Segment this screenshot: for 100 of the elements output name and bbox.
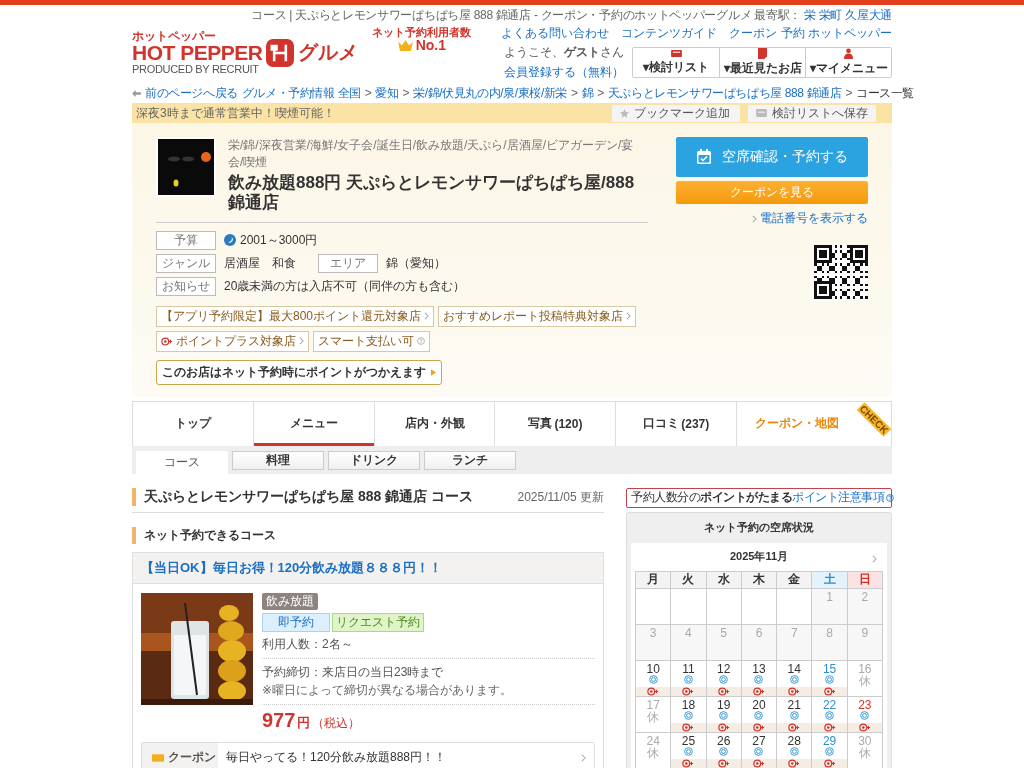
point-plus-icon bbox=[823, 758, 836, 768]
list-icon bbox=[670, 49, 682, 58]
double-circle-icon bbox=[754, 710, 764, 720]
calendar-cell[interactable]: 26 bbox=[706, 732, 742, 768]
triangle-icon bbox=[431, 368, 436, 376]
notice-button[interactable]: ブックマーク追加 bbox=[612, 104, 740, 122]
point-plus-icon bbox=[717, 686, 730, 696]
calendar-month: 2025年11月 bbox=[729, 549, 789, 565]
header-link[interactable]: クーポン 予約 ホットペッパー bbox=[729, 25, 892, 42]
calendar-cell[interactable]: 20 bbox=[741, 696, 778, 733]
day-number: 4 bbox=[685, 626, 692, 639]
double-circle-icon bbox=[683, 710, 693, 720]
point-banner[interactable]: このお店はネット予約時にポイントがつかえます bbox=[156, 359, 442, 385]
closed-label: 休 bbox=[858, 674, 871, 687]
point-plus-icon bbox=[823, 722, 836, 732]
breadcrumb-item[interactable]: 愛知 bbox=[375, 84, 399, 102]
list-icon bbox=[756, 109, 767, 117]
point-plus-icon bbox=[753, 686, 765, 696]
welcome-text: ようこそ、ゲストさん bbox=[504, 44, 624, 61]
calendar-cell[interactable]: 25 bbox=[671, 732, 707, 768]
double-circle-icon bbox=[754, 674, 764, 684]
point-notes-link[interactable]: ポイント注意事項 bbox=[792, 489, 884, 507]
day-number: 6 bbox=[755, 626, 763, 639]
day-number: 16 bbox=[858, 662, 872, 675]
breadcrumb-separator: > bbox=[402, 86, 410, 100]
day-number: 23 bbox=[858, 698, 872, 711]
header-menu-button[interactable]: ▾マイメニュー bbox=[805, 48, 891, 77]
logo-kana: ホットペッパー bbox=[132, 30, 217, 42]
calendar-cell[interactable]: 22 bbox=[812, 696, 848, 733]
coupon-text: 毎日やってる！120分飲み放題888円！！ bbox=[226, 749, 447, 767]
station-link[interactable]: 栄 bbox=[804, 7, 816, 24]
chevron-icon bbox=[299, 337, 304, 346]
point-plus-icon bbox=[788, 758, 801, 768]
calendar-cell[interactable]: 13 bbox=[741, 660, 778, 697]
day-number: 21 bbox=[787, 698, 801, 711]
moon-icon bbox=[224, 234, 236, 247]
info-label: お知らせ bbox=[156, 276, 216, 296]
updated-date: 2025/11/05 更新 bbox=[517, 488, 604, 506]
chevron-icon bbox=[626, 312, 632, 321]
help-icon bbox=[886, 493, 894, 502]
calendar-cell[interactable]: 28 bbox=[777, 732, 813, 768]
calendar-cell[interactable]: 27 bbox=[741, 732, 778, 768]
calendar-cell[interactable]: 15 bbox=[812, 660, 848, 697]
sub-tab[interactable]: ドリンク bbox=[328, 450, 420, 470]
station-link[interactable]: 栄町 bbox=[818, 7, 843, 24]
ranking-value: No.1 bbox=[415, 38, 447, 54]
point-plus-icon bbox=[788, 686, 801, 696]
calendar-cell[interactable]: 18 bbox=[671, 696, 707, 733]
badge-label: ポイントプラス対象店 bbox=[176, 332, 296, 350]
ranking-caption: ネット予約利用者数 bbox=[372, 26, 472, 39]
station-link[interactable]: 久屋大通 bbox=[845, 7, 892, 24]
double-circle-icon bbox=[825, 710, 835, 720]
point-plus-icon bbox=[682, 722, 695, 732]
day-number: 13 bbox=[752, 662, 766, 675]
feature-badge[interactable]: おすすめレポート投稿特典対象店 bbox=[438, 305, 637, 327]
calendar-cell[interactable]: 11 bbox=[671, 660, 707, 697]
calendar-cell[interactable]: 21 bbox=[777, 696, 813, 733]
logo-gourmet: グルメ bbox=[298, 40, 359, 65]
phone-link[interactable]: 電話番号を表示する bbox=[760, 210, 868, 227]
breadcrumb-separator: > bbox=[845, 86, 852, 100]
feature-badge[interactable]: ポイントプラス対象店 bbox=[156, 330, 309, 352]
calendar-cell[interactable]: 29 bbox=[812, 732, 848, 768]
deadline-note: ※曜日によって締切が異なる場合があります。 bbox=[262, 681, 595, 705]
header-menu-button[interactable]: ▾最近見たお店 bbox=[719, 48, 805, 77]
header-link[interactable]: よくある問い合わせ bbox=[501, 25, 610, 42]
calendar-cell[interactable]: 23 bbox=[847, 696, 883, 733]
calendar-cell[interactable]: 10 bbox=[636, 660, 672, 697]
deadline-text: 予約締切：来店日の当日23時まで bbox=[262, 663, 445, 681]
calendar-title: ネット予約の空席状況 bbox=[703, 519, 815, 535]
header-link[interactable]: コンテンツガイド bbox=[621, 25, 718, 42]
double-circle-icon bbox=[719, 674, 729, 684]
course-title[interactable]: 【当日OK】毎日お得！120分飲み放題８８８円！！ bbox=[133, 552, 603, 584]
register-link[interactable]: 会員登録する（無料） bbox=[504, 64, 624, 81]
breadcrumb-item: コース一覧 bbox=[856, 84, 914, 102]
breadcrumb-item[interactable]: 天ぷらとレモンサワーぱちぱち屋 888 錦通店 bbox=[607, 84, 842, 102]
breadcrumb-separator: > bbox=[364, 86, 372, 100]
calendar-cell[interactable]: 12 bbox=[706, 660, 742, 697]
ticket-icon bbox=[152, 753, 164, 762]
day-number: 30 bbox=[858, 734, 872, 747]
sub-tab[interactable]: コース bbox=[136, 450, 228, 474]
nav-tab[interactable]: メニュー bbox=[252, 401, 374, 446]
breadcrumb-item[interactable]: グルメ・予約情報 全国 bbox=[241, 84, 361, 102]
day-number: 26 bbox=[717, 734, 731, 747]
back-link[interactable]: 前のページへ戻る bbox=[145, 84, 238, 102]
notice-button[interactable]: 検討リストへ保存 bbox=[748, 104, 876, 122]
calendar-cell[interactable]: 14 bbox=[777, 660, 813, 697]
day-number: 8 bbox=[826, 626, 833, 639]
feature-badge[interactable]: スマート支払い可 bbox=[313, 330, 430, 352]
calendar-cell[interactable]: 19 bbox=[706, 696, 742, 733]
info-label: 予算 bbox=[156, 230, 216, 250]
feature-badge[interactable]: 【アプリ予約限定】最大800ポイント還元対象店 bbox=[156, 305, 435, 327]
info-value: 居酒屋 和食 bbox=[224, 254, 296, 272]
sub-tab[interactable]: 料理 bbox=[232, 450, 324, 470]
producer-text: PRODUCED BY RECRUIT bbox=[132, 64, 260, 75]
breadcrumb-item[interactable]: 栄/錦/伏見丸の内/泉/東桜/新栄 bbox=[413, 84, 568, 102]
breadcrumb-item[interactable]: 錦 bbox=[581, 84, 594, 102]
day-number: 1 bbox=[826, 590, 833, 603]
sub-tab[interactable]: ランチ bbox=[424, 450, 516, 470]
info-value: 2001～3000円 bbox=[240, 231, 318, 249]
coupon-row[interactable]: クーポン 毎日やってる！120分飲み放題888円！！ bbox=[141, 741, 595, 768]
